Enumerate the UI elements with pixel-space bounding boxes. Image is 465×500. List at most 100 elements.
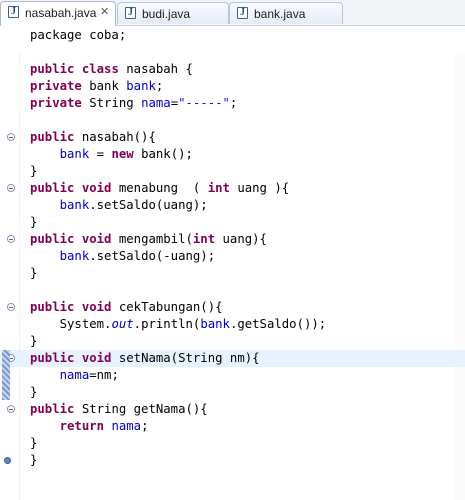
keyword: void bbox=[81, 300, 112, 314]
constructor-call: bank(); bbox=[141, 147, 193, 161]
field-name: nama bbox=[111, 419, 142, 433]
keyword: public bbox=[30, 232, 75, 246]
code-line: } bbox=[0, 214, 465, 231]
constructor-name: nasabah(){ bbox=[81, 130, 156, 144]
field-name: bank bbox=[59, 249, 90, 263]
code-line: public nasabah(){ bbox=[0, 129, 465, 146]
parameter: uang){ bbox=[222, 232, 267, 246]
keyword: public bbox=[30, 62, 75, 76]
operator: = bbox=[89, 147, 112, 161]
closing-brace: } bbox=[30, 215, 38, 229]
keyword: void bbox=[81, 351, 112, 365]
bookmark-dot-icon[interactable] bbox=[4, 457, 11, 464]
punctuation: ; bbox=[229, 96, 238, 110]
java-file-icon: J bbox=[125, 7, 136, 19]
punctuation: ; bbox=[155, 79, 164, 93]
method-call: .println( bbox=[133, 317, 201, 331]
field-name: bank bbox=[200, 317, 230, 331]
code-line: public void mengambil(int uang){ bbox=[0, 231, 465, 248]
java-file-icon: J bbox=[237, 7, 248, 19]
keyword: return bbox=[59, 419, 105, 433]
code-line: public class nasabah { bbox=[0, 61, 465, 78]
current-code-line: public void setNama(String nm){ bbox=[0, 350, 465, 367]
assignment: =nm; bbox=[89, 368, 119, 382]
close-icon[interactable]: ✕ bbox=[100, 5, 109, 18]
type-name: String bbox=[89, 96, 142, 110]
keyword: private bbox=[30, 96, 82, 110]
code-line: private bank bank; bbox=[0, 78, 465, 95]
java-file-icon: J bbox=[8, 6, 19, 18]
code-line: } bbox=[0, 163, 465, 180]
code-line: } bbox=[0, 435, 465, 452]
code-line: System.out.println(bank.getSaldo()); bbox=[0, 316, 465, 333]
method-call: .getSaldo()); bbox=[229, 317, 327, 331]
method-name: setNama(String nm){ bbox=[118, 351, 260, 365]
keyword: int bbox=[192, 232, 216, 246]
string-literal: "-----" bbox=[178, 96, 230, 110]
field-name: nama bbox=[141, 96, 171, 110]
punctuation: ; bbox=[141, 419, 149, 433]
code-line: bank.setSaldo(uang); bbox=[0, 197, 465, 214]
class-reference: System. bbox=[59, 317, 112, 331]
keyword: public bbox=[30, 300, 75, 314]
field-name: nama bbox=[59, 368, 90, 382]
code-line: bank = new bank(); bbox=[0, 146, 465, 163]
field-name: bank bbox=[126, 79, 156, 93]
closing-brace: } bbox=[30, 436, 38, 450]
class-name: nasabah { bbox=[126, 62, 193, 76]
fold-icon[interactable] bbox=[7, 133, 15, 141]
keyword: private bbox=[30, 79, 82, 93]
closing-brace: } bbox=[30, 453, 38, 467]
code-line: public void menabung ( int uang ){ bbox=[0, 180, 465, 197]
keyword: public bbox=[30, 130, 75, 144]
keyword: int bbox=[207, 181, 230, 195]
code-line: public String getNama(){ bbox=[0, 401, 465, 418]
method-name: String getNama(){ bbox=[81, 402, 208, 416]
code-line: public void cekTabungan(){ bbox=[0, 299, 465, 316]
tab-label: bank.java bbox=[254, 7, 306, 21]
editor-tab-bar: J nasabah.java ✕ J budi.java J bank.java bbox=[0, 0, 465, 26]
keyword: class bbox=[81, 62, 119, 76]
code-line: return nama; bbox=[0, 418, 465, 435]
closing-brace: } bbox=[30, 385, 38, 399]
field-name: bank bbox=[59, 147, 90, 161]
code-editor[interactable]: package coba; public class nasabah { pri… bbox=[0, 26, 465, 500]
tab-label: nasabah.java bbox=[25, 6, 97, 20]
method-name: menabung ( bbox=[118, 181, 208, 195]
operator: = bbox=[170, 96, 179, 110]
code-line: bank.setSaldo(-uang); bbox=[0, 248, 465, 265]
code-line: } bbox=[0, 265, 465, 282]
code-line: nama=nm; bbox=[0, 367, 465, 384]
closing-brace: } bbox=[30, 164, 38, 178]
method-name: cekTabungan(){ bbox=[118, 300, 223, 314]
code-line: } bbox=[0, 384, 465, 401]
closing-brace: } bbox=[30, 334, 38, 348]
tab-budi-java[interactable]: J budi.java bbox=[117, 2, 229, 24]
keyword: void bbox=[81, 181, 112, 195]
fold-icon[interactable] bbox=[7, 184, 15, 192]
code-line: } bbox=[0, 333, 465, 350]
method-call: .setSaldo(uang); bbox=[89, 198, 208, 212]
package-declaration: package coba; bbox=[30, 28, 127, 42]
fold-icon[interactable] bbox=[7, 235, 15, 243]
method-name: mengambil( bbox=[118, 232, 193, 246]
tab-bank-java[interactable]: J bank.java bbox=[229, 2, 343, 24]
code-line: package coba; bbox=[0, 27, 465, 44]
parameter: uang ){ bbox=[237, 181, 290, 195]
static-field: out bbox=[111, 317, 134, 331]
tab-label: budi.java bbox=[142, 7, 191, 21]
type-name: bank bbox=[89, 79, 127, 93]
closing-brace: } bbox=[30, 266, 38, 280]
keyword: public bbox=[30, 402, 75, 416]
keyword: public bbox=[30, 181, 75, 195]
fold-icon[interactable] bbox=[7, 303, 15, 311]
field-name: bank bbox=[59, 198, 90, 212]
keyword: public bbox=[30, 351, 75, 365]
method-call: .setSaldo(-uang); bbox=[89, 249, 216, 263]
keyword: void bbox=[81, 232, 112, 246]
code-line: private String nama="-----"; bbox=[0, 95, 465, 112]
code-line: } bbox=[0, 452, 465, 469]
change-marker-icon[interactable] bbox=[2, 350, 10, 400]
fold-icon[interactable] bbox=[7, 405, 15, 413]
tab-nasabah-java[interactable]: J nasabah.java ✕ bbox=[0, 1, 116, 26]
